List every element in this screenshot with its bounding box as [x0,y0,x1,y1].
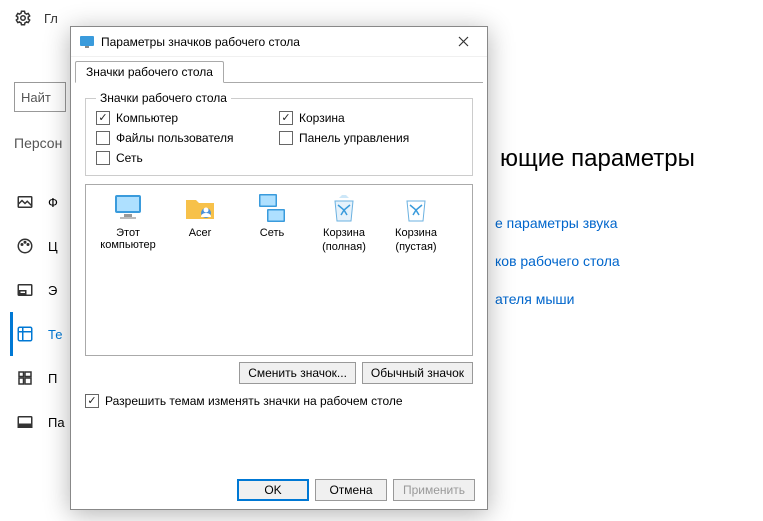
nav-item-taskbar[interactable]: Па [10,400,65,444]
nav-item-colors[interactable]: Ц [10,224,65,268]
network-icon [255,191,289,225]
settings-home-row[interactable]: Гл [14,0,58,36]
desktop-icons-group: Значки рабочего стола Компьютер Корзина … [85,91,473,176]
icon-label: Корзина [323,227,365,239]
icon-label: Корзина [395,227,437,239]
checkbox-icon [279,111,293,125]
related-settings-heading: ющие параметры [500,145,695,173]
start-icon [16,369,34,387]
checkbox-label: Панель управления [299,131,409,145]
ok-button[interactable]: OK [237,479,309,501]
checkbox-label: Файлы пользователя [116,131,233,145]
palette-icon [16,237,34,255]
tab-desktop-icons[interactable]: Значки рабочего стола [75,61,224,83]
dialog-icon [79,34,95,50]
nav-label: Ц [48,239,58,254]
nav-label: Э [48,283,57,298]
allow-themes-checkbox[interactable]: Разрешить темам изменять значки на рабоч… [85,394,473,408]
checkbox-label: Корзина [299,111,345,125]
titlebar[interactable]: Параметры значков рабочего стола [71,27,487,57]
search-placeholder: Найт [21,90,51,105]
dialog-title: Параметры значков рабочего стола [101,35,443,49]
close-icon [458,36,469,47]
checkbox-icon [85,394,99,408]
gear-icon [14,9,32,27]
nav-label: П [48,371,57,386]
checkbox-label: Компьютер [116,111,178,125]
change-icon-button[interactable]: Сменить значок... [239,362,356,384]
checkbox-network[interactable]: Сеть [96,151,279,165]
nav-item-background[interactable]: Ф [10,180,65,224]
recycle-bin-full-icon [327,191,361,225]
category-label: Персон [14,135,62,151]
checkbox-icon [96,151,110,165]
themes-icon [16,325,34,343]
checkbox-icon [279,131,293,145]
checkbox-icon [96,111,110,125]
link-sound[interactable]: е параметры звука [495,215,620,231]
cancel-button[interactable]: Отмена [315,479,387,501]
settings-nav: Ф Ц Э Те П Па [10,180,65,444]
apply-button[interactable]: Применить [393,479,475,501]
nav-label: Ф [48,195,58,210]
icon-sublabel: (полная) [322,241,366,253]
group-legend: Значки рабочего стола [96,91,231,105]
checkbox-icon [96,131,110,145]
icon-label: Этот компьютер [92,227,164,251]
search-input[interactable]: Найт [14,82,66,112]
checkbox-control-panel[interactable]: Панель управления [279,131,462,145]
nav-label: Те [48,327,62,342]
checkbox-recycle-bin[interactable]: Корзина [279,111,462,125]
icon-recycle-bin-empty[interactable]: Корзина (пустая) [380,191,452,267]
icon-label: Acer [189,227,212,239]
nav-item-themes[interactable]: Те [10,312,65,356]
checkbox-user-files[interactable]: Файлы пользователя [96,131,279,145]
related-links: е параметры звука ков рабочего стола ате… [495,215,620,329]
image-icon [16,193,34,211]
nav-item-lockscreen[interactable]: Э [10,268,65,312]
icon-label: Сеть [260,227,284,239]
recycle-bin-empty-icon [399,191,433,225]
default-icon-button[interactable]: Обычный значок [362,362,473,384]
desktop-icon-settings-dialog: Параметры значков рабочего стола Значки … [70,26,488,510]
settings-home-label: Гл [44,11,58,26]
nav-label: Па [48,415,65,430]
checkbox-label: Сеть [116,151,143,165]
checkbox-computer[interactable]: Компьютер [96,111,279,125]
icon-user-folder[interactable]: Acer [164,191,236,267]
lockscreen-icon [16,281,34,299]
icon-this-pc[interactable]: Этот компьютер [92,191,164,267]
icon-preview-list: Этот компьютер Acer Сеть Корзина (полная… [85,184,473,356]
pc-icon [111,191,145,225]
close-button[interactable] [443,28,483,56]
link-mouse-pointer[interactable]: ателя мыши [495,291,620,307]
icon-recycle-bin-full[interactable]: Корзина (полная) [308,191,380,267]
checkbox-label: Разрешить темам изменять значки на рабоч… [105,394,403,408]
nav-item-start[interactable]: П [10,356,65,400]
icon-network[interactable]: Сеть [236,191,308,267]
taskbar-icon [16,413,34,431]
link-desktop-icons[interactable]: ков рабочего стола [495,253,620,269]
icon-sublabel: (пустая) [395,241,436,253]
user-folder-icon [183,191,217,225]
